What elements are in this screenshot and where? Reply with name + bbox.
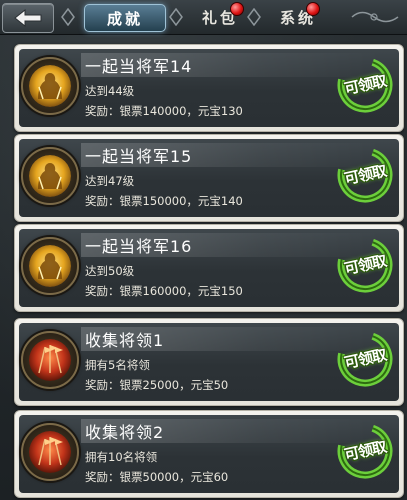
achievement-card: 一起当将军15 达到47级 奖励：银票150000，元宝140 可领取 xyxy=(14,134,404,222)
back-arrow-icon xyxy=(14,9,42,27)
general-silhouette-icon xyxy=(29,155,71,197)
achievement-card: 收集将领1 拥有5名将领 奖励：银票25000，元宝50 可领取 xyxy=(14,318,404,406)
achievement-reward: 奖励：银票140000，元宝130 xyxy=(85,104,243,118)
claim-button[interactable]: 可领取 xyxy=(335,145,395,205)
achievement-title: 收集将领2 xyxy=(85,423,165,442)
tab-divider-icon xyxy=(61,8,75,26)
achievement-title: 一起当将军16 xyxy=(85,237,193,256)
achievement-requirement: 拥有10名将领 xyxy=(85,450,158,464)
tab-system[interactable]: 系统 xyxy=(258,4,338,30)
achievement-requirement: 达到44级 xyxy=(85,84,135,98)
achievement-reward: 奖励：银票25000，元宝50 xyxy=(85,378,229,392)
achievement-card: 一起当将军16 达到50级 奖励：银票160000，元宝150 可领取 xyxy=(14,224,404,312)
achievement-icon-frame xyxy=(21,237,79,295)
notification-badge xyxy=(306,2,320,16)
back-button[interactable] xyxy=(2,3,54,33)
tab-achievements-label: 成就 xyxy=(106,9,143,28)
achievement-reward: 奖励：银票150000，元宝140 xyxy=(85,194,243,208)
tab-achievements[interactable]: 成就 xyxy=(84,4,166,32)
achievement-icon-frame xyxy=(21,423,79,481)
claim-button[interactable]: 可领取 xyxy=(335,329,395,389)
achievement-requirement: 拥有5名将领 xyxy=(85,358,150,372)
achievement-icon-frame xyxy=(21,57,79,115)
achievement-title: 一起当将军15 xyxy=(85,147,193,166)
general-silhouette-icon xyxy=(29,65,71,107)
achievement-title: 一起当将军14 xyxy=(85,57,193,76)
achievement-icon-frame xyxy=(21,331,79,389)
achievement-card: 一起当将军14 达到44级 奖励：银票140000，元宝130 可领取 xyxy=(14,44,404,132)
achievement-requirement: 达到50级 xyxy=(85,264,135,278)
achievement-title: 收集将领1 xyxy=(85,331,165,350)
notification-badge xyxy=(230,2,244,16)
ornament-icon xyxy=(351,11,399,23)
achievement-requirement: 达到47级 xyxy=(85,174,135,188)
achievement-reward: 奖励：银票160000，元宝150 xyxy=(85,284,243,298)
achievement-icon-frame xyxy=(21,147,79,205)
general-silhouette-icon xyxy=(29,245,71,287)
top-bar: 成就 礼包 系统 xyxy=(0,0,407,35)
claim-button[interactable]: 可领取 xyxy=(335,235,395,295)
claim-button[interactable]: 可领取 xyxy=(335,55,395,115)
flags-icon xyxy=(29,339,71,381)
flags-icon xyxy=(29,431,71,473)
achievement-reward: 奖励：银票50000，元宝60 xyxy=(85,470,229,484)
claim-button[interactable]: 可领取 xyxy=(335,421,395,481)
achievement-card: 收集将领2 拥有10名将领 奖励：银票50000，元宝60 可领取 xyxy=(14,410,404,498)
